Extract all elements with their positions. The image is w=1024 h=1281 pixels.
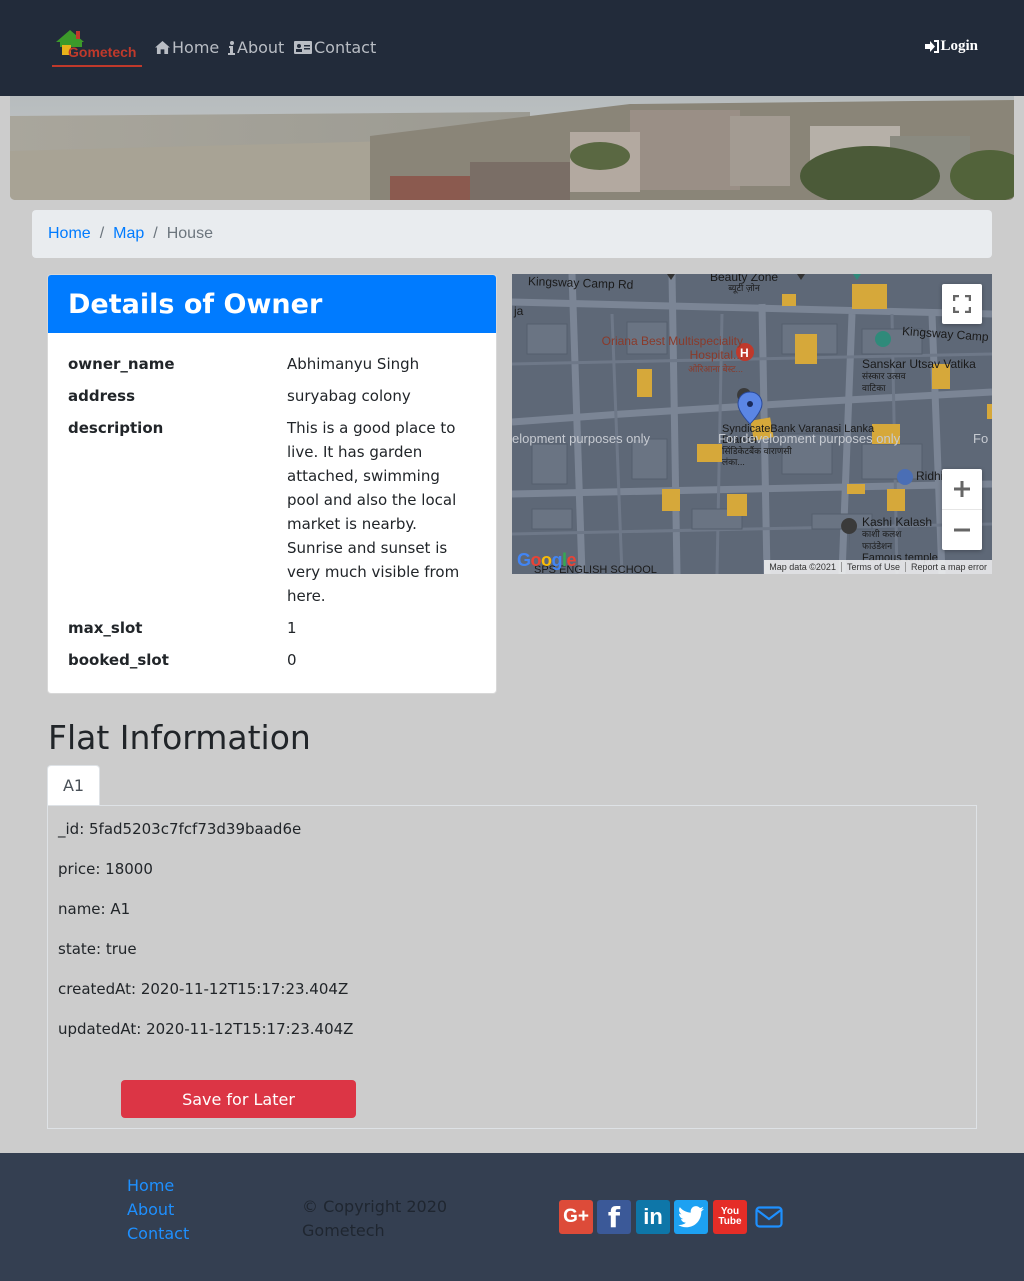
field-value: This is a good place to live. It has gar…: [287, 419, 460, 605]
breadcrumb: Home / Map / House: [32, 210, 992, 258]
breadcrumb-house: House: [166, 225, 213, 242]
flat-tab-pane: _id: 5fad5203c7fcf73d39baad6e price: 180…: [47, 805, 977, 1129]
youtube-icon[interactable]: You Tube: [713, 1200, 747, 1234]
home-icon: [155, 41, 170, 54]
zoom-control: [942, 469, 982, 550]
field-key: booked_slot: [68, 651, 169, 669]
nav-about-label: About: [237, 38, 285, 57]
nav-home-label: Home: [172, 38, 220, 57]
save-for-later-button[interactable]: Save for Later: [121, 1080, 356, 1118]
owner-details-card: Details of Owner owner_name Abhimanyu Si…: [47, 274, 497, 694]
terms-of-use-link[interactable]: Terms of Use: [840, 562, 905, 572]
nav-about[interactable]: About: [228, 38, 284, 57]
owner-name-row: owner_name Abhimanyu Singh: [68, 352, 476, 376]
navbar: Gometech Home About Contact Login: [0, 0, 1024, 96]
owner-card-title: Details of Owner: [48, 275, 496, 333]
flat-field-id: _id: 5fad5203c7fcf73d39baad6e: [58, 820, 302, 838]
plus-icon: [954, 481, 970, 497]
map-label-hospital: Oriana Best Multispeciality Hospital... …: [601, 334, 743, 374]
flat-field-price: price: 18000: [58, 860, 153, 878]
copyright-text: © Copyright 2020 Gometech: [302, 1197, 448, 1240]
map-label-kashi: Kashi Kalash काशी कलश फाउंडेशन Famous te…: [862, 515, 938, 564]
google-logo: Google: [517, 550, 577, 570]
banner-image: [10, 96, 1014, 200]
booked-slot-row: booked_slot 0: [68, 648, 476, 672]
svg-text:Gometech: Gometech: [68, 44, 136, 60]
twitter-icon[interactable]: [674, 1200, 708, 1234]
breadcrumb-home[interactable]: Home: [48, 225, 91, 243]
map-label-beauty: Beauty Zone ब्यूटी ज़ोन: [710, 274, 779, 293]
field-value: suryabag colony: [287, 387, 411, 405]
map-dev-watermark: For development purposes only: [718, 431, 901, 446]
minus-icon: [954, 528, 970, 532]
map-attribution: Map data ©2021 Terms of Use Report a map…: [764, 560, 992, 574]
map-label-sanskar: Sanskar Utsav Vatika संस्कार उत्सव वाटिक…: [862, 357, 976, 393]
zoom-out-button[interactable]: [942, 510, 982, 550]
flat-field-updated: updatedAt: 2020-11-12T15:17:23.404Z: [58, 1020, 354, 1038]
map-data-label: Map data ©2021: [769, 562, 836, 572]
flat-field-name: name: A1: [58, 900, 131, 918]
gometech-logo[interactable]: Gometech: [50, 26, 144, 70]
field-key: owner_name: [68, 355, 175, 373]
tab-a1[interactable]: A1: [47, 765, 100, 805]
flat-field-created: createdAt: 2020-11-12T15:17:23.404Z: [58, 980, 349, 998]
login-label: Login: [940, 38, 978, 54]
map-label-ja: ja: [514, 304, 524, 318]
report-map-error-link[interactable]: Report a map error: [904, 562, 992, 572]
field-value: 1: [287, 619, 297, 637]
field-value: 0: [287, 651, 297, 669]
nav-contact[interactable]: Contact: [294, 38, 376, 57]
description-row: description This is a good place to live…: [68, 416, 476, 608]
footer-link-home[interactable]: Home: [127, 1176, 174, 1195]
flat-info-title: Flat Information: [48, 718, 311, 757]
address-row: address suryabag colony: [68, 384, 476, 408]
map-dev-watermark: Fo: [973, 431, 989, 446]
footer-link-contact[interactable]: Contact: [127, 1224, 189, 1243]
nav-home[interactable]: Home: [155, 38, 219, 57]
address-card-icon: [294, 41, 312, 54]
field-key: address: [68, 387, 136, 405]
fullscreen-button[interactable]: [942, 284, 982, 324]
map-dev-watermark: elopment purposes only: [512, 431, 651, 446]
field-key: description: [68, 419, 164, 437]
field-key: max_slot: [68, 619, 143, 637]
max-slot-row: max_slot 1: [68, 616, 476, 640]
google-plus-icon[interactable]: G+: [559, 1200, 593, 1234]
linkedin-icon[interactable]: in: [636, 1200, 670, 1234]
info-icon: [228, 40, 235, 55]
mail-icon[interactable]: [752, 1200, 786, 1234]
footer-link-about[interactable]: About: [127, 1200, 174, 1219]
field-value: Abhimanyu Singh: [287, 355, 420, 373]
facebook-icon[interactable]: f: [597, 1200, 631, 1234]
breadcrumb-separator: /: [99, 225, 105, 242]
breadcrumb-map[interactable]: Map: [113, 225, 144, 243]
nav-contact-label: Contact: [314, 38, 377, 57]
zoom-in-button[interactable]: [942, 469, 982, 510]
fullscreen-icon: [953, 295, 971, 313]
breadcrumb-separator: /: [153, 225, 158, 242]
login-link[interactable]: Login: [925, 38, 978, 55]
map-label-ridhi: Ridhi: [916, 469, 944, 483]
flat-field-state: state: true: [58, 940, 137, 958]
sign-in-icon: [925, 40, 940, 53]
google-map[interactable]: H Kingsway Camp Rd Beauty Zone ब्यूटी ज़…: [512, 274, 992, 574]
